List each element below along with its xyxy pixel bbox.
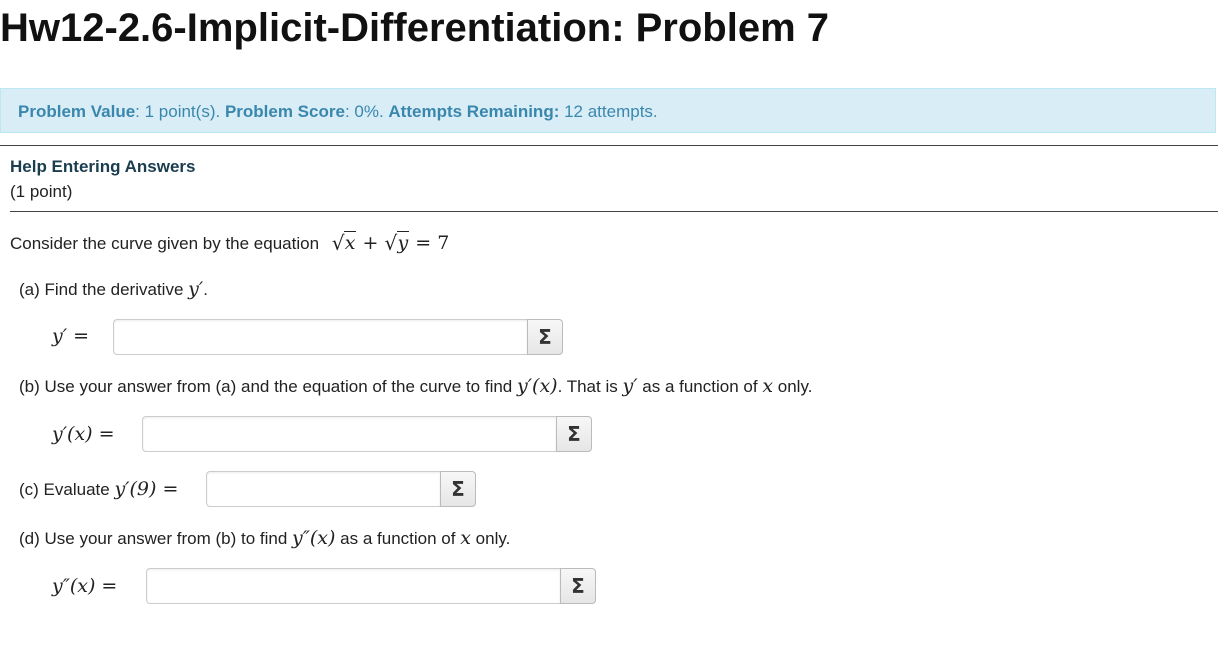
help-entering-answers-link[interactable]: Help Entering Answers	[10, 157, 195, 177]
part-a-prompt: (a) Find the derivative y′.	[19, 278, 208, 300]
problem-value-text: : 1 point(s).	[135, 102, 225, 121]
divider-top	[0, 145, 1218, 146]
sqrt-y: y	[385, 231, 410, 255]
part-d-prompt: (d) Use your answer from (b) to find y″(…	[19, 527, 511, 549]
part-d-label: y″(x) =	[52, 575, 118, 597]
part-b-prompt: (b) Use your answer from (a) and the equ…	[19, 375, 813, 397]
part-c-prompt: (c) Evaluate y′(9) =	[19, 478, 179, 500]
sqrt-x: x	[332, 231, 357, 255]
curve-equation: x + y = 7	[332, 231, 449, 255]
part-c-equation-editor-button[interactable]: Σ	[440, 471, 476, 507]
part-b-answer: Σ	[142, 416, 592, 452]
divider-problem	[10, 211, 1218, 212]
problem-score-text: : 0%.	[344, 102, 389, 121]
problem-info-bar: Problem Value: 1 point(s). Problem Score…	[0, 88, 1216, 133]
part-c-answer: Σ	[206, 471, 476, 507]
part-c-answer-input[interactable]	[206, 471, 440, 507]
intro-text: Consider the curve given by the equation	[10, 234, 320, 253]
part-a-label: y′ =	[52, 325, 90, 347]
attempts-remaining-label: Attempts Remaining:	[388, 102, 560, 121]
sigma-icon: Σ	[538, 325, 552, 349]
part-a-answer: Σ	[113, 319, 563, 355]
part-a-answer-input[interactable]	[113, 319, 527, 355]
sigma-icon: Σ	[567, 422, 581, 446]
problem-points: (1 point)	[10, 182, 73, 201]
attempts-remaining-text: 12 attempts.	[559, 102, 658, 121]
part-b-answer-input[interactable]	[142, 416, 556, 452]
part-b-equation-editor-button[interactable]: Σ	[556, 416, 592, 452]
part-b-label: y′(x) =	[52, 423, 115, 445]
part-d-answer: Σ	[146, 568, 596, 604]
page-title: Hw12-2.6-Implicit-Differentiation: Probl…	[0, 6, 830, 50]
problem-score-label: Problem Score	[224, 102, 345, 121]
part-d-answer-input[interactable]	[146, 568, 560, 604]
problem-intro: Consider the curve given by the equation…	[10, 231, 449, 255]
sigma-icon: Σ	[571, 574, 585, 598]
problem-value-label: Problem Value	[18, 102, 136, 121]
part-a-equation-editor-button[interactable]: Σ	[527, 319, 563, 355]
sigma-icon: Σ	[451, 477, 465, 501]
part-d-equation-editor-button[interactable]: Σ	[560, 568, 596, 604]
